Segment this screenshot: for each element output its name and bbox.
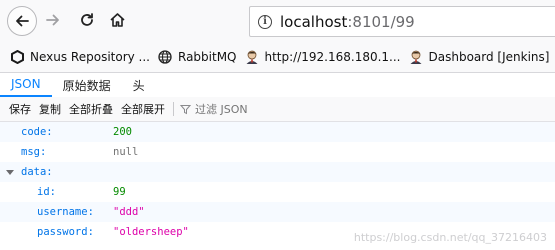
back-arrow-icon — [16, 15, 29, 27]
watermark-text: https://blog.csdn.net/qq_37216403 — [353, 231, 547, 244]
bookmark-jenkins-ip[interactable]: http://192.168.180.1... — [245, 50, 401, 64]
json-row-id[interactable]: id: 99 — [0, 182, 555, 202]
bookmark-label: RabbitMQ — [178, 50, 237, 64]
save-button[interactable]: 保存 — [9, 101, 31, 117]
json-viewer-tabs: JSON 原始数据 头 — [0, 73, 555, 98]
url-path: :8101/99 — [347, 12, 415, 31]
json-value: "oldersheep" — [113, 226, 189, 238]
bookmark-label: Dashboard [Jenkins] — [428, 50, 550, 64]
nexus-hexagon-icon — [10, 50, 24, 64]
json-row-code[interactable]: code: 200 — [0, 122, 555, 142]
expand-triangle-icon[interactable] — [6, 169, 14, 175]
globe-icon — [158, 50, 172, 64]
json-tree: code: 200 msg: null data: id: 99 usernam… — [0, 122, 555, 250]
back-button[interactable] — [7, 6, 37, 36]
url-host: localhost — [280, 12, 348, 31]
json-actions-toolbar: 保存 复制 全部折叠 全部展开 — [0, 97, 555, 122]
jenkins-avatar-icon — [245, 50, 259, 64]
bookmark-nexus[interactable]: Nexus Repository ... — [10, 50, 150, 64]
bookmark-jenkins-dashboard[interactable]: Dashboard [Jenkins] — [409, 50, 550, 64]
collapse-all-button[interactable]: 全部折叠 — [69, 101, 113, 117]
json-key: password: — [37, 226, 94, 238]
reload-button[interactable] — [76, 8, 98, 32]
toolbar-divider — [173, 102, 174, 116]
bookmark-label: Nexus Repository ... — [30, 50, 150, 64]
forward-button[interactable] — [42, 8, 64, 32]
json-value: 200 — [113, 126, 132, 138]
json-value: "ddd" — [113, 206, 145, 218]
expand-all-button[interactable]: 全部展开 — [121, 101, 165, 117]
address-bar[interactable]: i localhost :8101/99 — [249, 6, 555, 37]
tab-json[interactable]: JSON — [0, 73, 52, 97]
tab-headers[interactable]: 头 — [122, 73, 156, 97]
json-key: username: — [37, 206, 94, 218]
json-row-username[interactable]: username: "ddd" — [0, 202, 555, 222]
json-key: data: — [21, 166, 53, 178]
home-button[interactable] — [106, 8, 128, 32]
filter-funnel-icon — [180, 104, 191, 115]
json-key: id: — [37, 186, 56, 198]
home-icon — [109, 13, 125, 27]
tab-raw-data[interactable]: 原始数据 — [52, 73, 122, 97]
jenkins-avatar-icon — [409, 50, 423, 64]
copy-button[interactable]: 复制 — [39, 101, 61, 117]
filter-json-input[interactable] — [195, 102, 315, 116]
site-info-icon[interactable]: i — [258, 14, 272, 29]
browser-toolbar: i localhost :8101/99 — [0, 0, 555, 42]
bookmark-rabbitmq[interactable]: RabbitMQ — [158, 50, 237, 64]
bookmark-label: http://192.168.180.1... — [264, 50, 401, 64]
json-value: 99 — [113, 186, 126, 198]
json-value: null — [113, 146, 139, 158]
json-key: code: — [21, 126, 53, 138]
json-key: msg: — [21, 146, 47, 158]
json-row-msg[interactable]: msg: null — [0, 142, 555, 162]
reload-icon — [81, 13, 93, 26]
forward-arrow-icon — [46, 14, 59, 26]
json-row-data[interactable]: data: — [0, 162, 555, 182]
bookmarks-toolbar: Nexus Repository ... RabbitMQ http://192… — [0, 42, 555, 73]
